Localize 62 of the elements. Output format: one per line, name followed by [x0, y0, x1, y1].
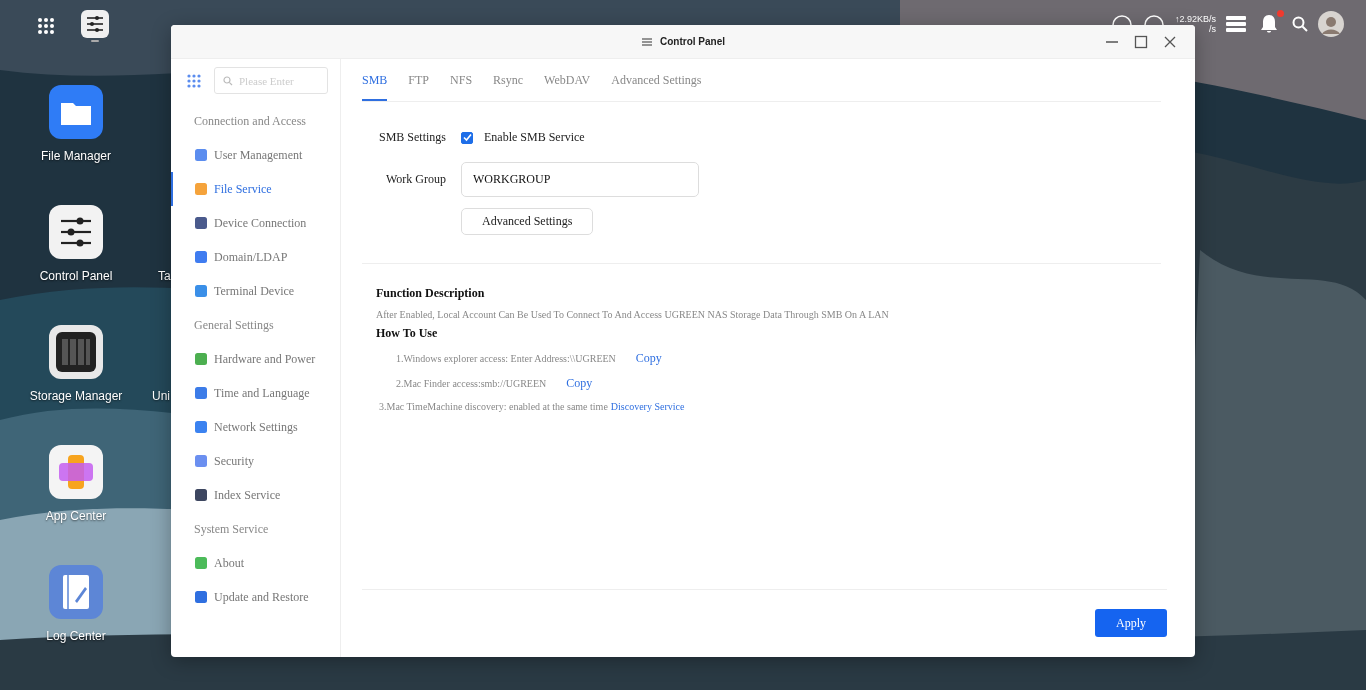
app-label[interactable]: Ta	[158, 269, 171, 283]
app-label[interactable]: Storage Manager	[29, 389, 123, 403]
tab[interactable]: NFS	[450, 59, 473, 101]
grid-icon[interactable]	[187, 73, 201, 88]
tab[interactable]: WebDAV	[544, 59, 591, 101]
sidebar-item[interactable]: Terminal Device	[171, 274, 340, 308]
bell-icon[interactable]	[1260, 14, 1278, 34]
app-label[interactable]: Control Panel	[39, 269, 113, 283]
step-text: 3.Mac TimeMachine discovery: enabled at the same time	[379, 401, 608, 412]
tab[interactable]: FTP	[408, 59, 430, 101]
download-speed: /s	[1207, 24, 1216, 34]
sidebar-item[interactable]: About	[171, 546, 340, 580]
sidebar-item[interactable]: Update and Restore	[171, 580, 340, 614]
sidebar-item[interactable]: Security	[171, 444, 340, 478]
field-label: Work Group	[384, 172, 446, 187]
tab[interactable]: Advanced Settings	[611, 59, 702, 101]
sidebar-section-heading: System Service	[193, 521, 270, 538]
input-field[interactable]: WORKGROUP	[461, 162, 699, 197]
sliders-icon[interactable]	[49, 205, 103, 259]
sidebar-section-heading: Connection and Access	[193, 113, 307, 130]
search-icon[interactable]	[1292, 16, 1308, 32]
checkbox[interactable]	[461, 131, 473, 144]
discovery-service-link[interactable]: Discovery Service	[610, 401, 685, 412]
sidebar-item[interactable]: User Management	[171, 138, 340, 172]
upload-speed: ↑2.92KB/s	[1174, 14, 1216, 24]
sidebar-item[interactable]: Network Settings	[171, 410, 340, 444]
description-text: After Enabled, Local Account Can Be Used To Connect To And Access UGREEN NAS Storage Data Through SMB On A LAN	[376, 309, 890, 320]
app-label[interactable]: Uni	[152, 389, 170, 403]
sidebar-section-heading: General Settings	[193, 317, 275, 334]
section-heading: How To Use	[376, 326, 439, 341]
sliders-icon[interactable]	[81, 10, 109, 42]
copy-link[interactable]: Copy	[566, 376, 593, 391]
section-heading: Function Description	[376, 286, 486, 301]
app-label[interactable]: File Manager	[41, 149, 111, 163]
checkbox-label: Enable SMB Service	[484, 130, 585, 145]
window-title: Control Panel	[660, 36, 725, 47]
apply-button[interactable]: Apply	[1095, 609, 1167, 637]
maximize-icon[interactable]	[1134, 35, 1148, 49]
step-text: 1.Windows explorer access: Enter Address:\\UGREEN	[396, 353, 616, 364]
app-label[interactable]: App Center	[45, 509, 107, 523]
tab[interactable]: Rsync	[493, 59, 524, 101]
sidebar-item[interactable]: Hardware and Power	[171, 342, 340, 376]
drives-icon[interactable]	[49, 325, 103, 379]
apps-icon[interactable]	[49, 445, 103, 499]
field-label: SMB Settings	[377, 130, 446, 145]
sliders-icon	[641, 35, 653, 48]
log-icon[interactable]	[49, 565, 103, 619]
app-grid-icon[interactable]	[37, 17, 55, 35]
avatar-icon[interactable]	[1318, 11, 1344, 37]
folder-icon[interactable]	[49, 85, 103, 139]
sidebar-item[interactable]: Domain/LDAP	[171, 240, 340, 274]
step-text: 2.Mac Finder access:smb://UGREEN	[396, 378, 547, 389]
close-icon[interactable]	[1163, 35, 1177, 49]
sidebar-item[interactable]: Time and Language	[171, 376, 340, 410]
advanced-settings-button[interactable]: Advanced Settings	[461, 208, 594, 235]
search-icon	[223, 76, 233, 86]
sidebar-item[interactable]: File Service	[171, 172, 340, 206]
copy-link[interactable]: Copy	[635, 351, 662, 366]
tab[interactable]: SMB	[362, 59, 388, 101]
sidebar-item[interactable]: Index Service	[171, 478, 340, 512]
sidebar-item[interactable]: Device Connection	[171, 206, 340, 240]
server-icon[interactable]	[1226, 16, 1246, 32]
